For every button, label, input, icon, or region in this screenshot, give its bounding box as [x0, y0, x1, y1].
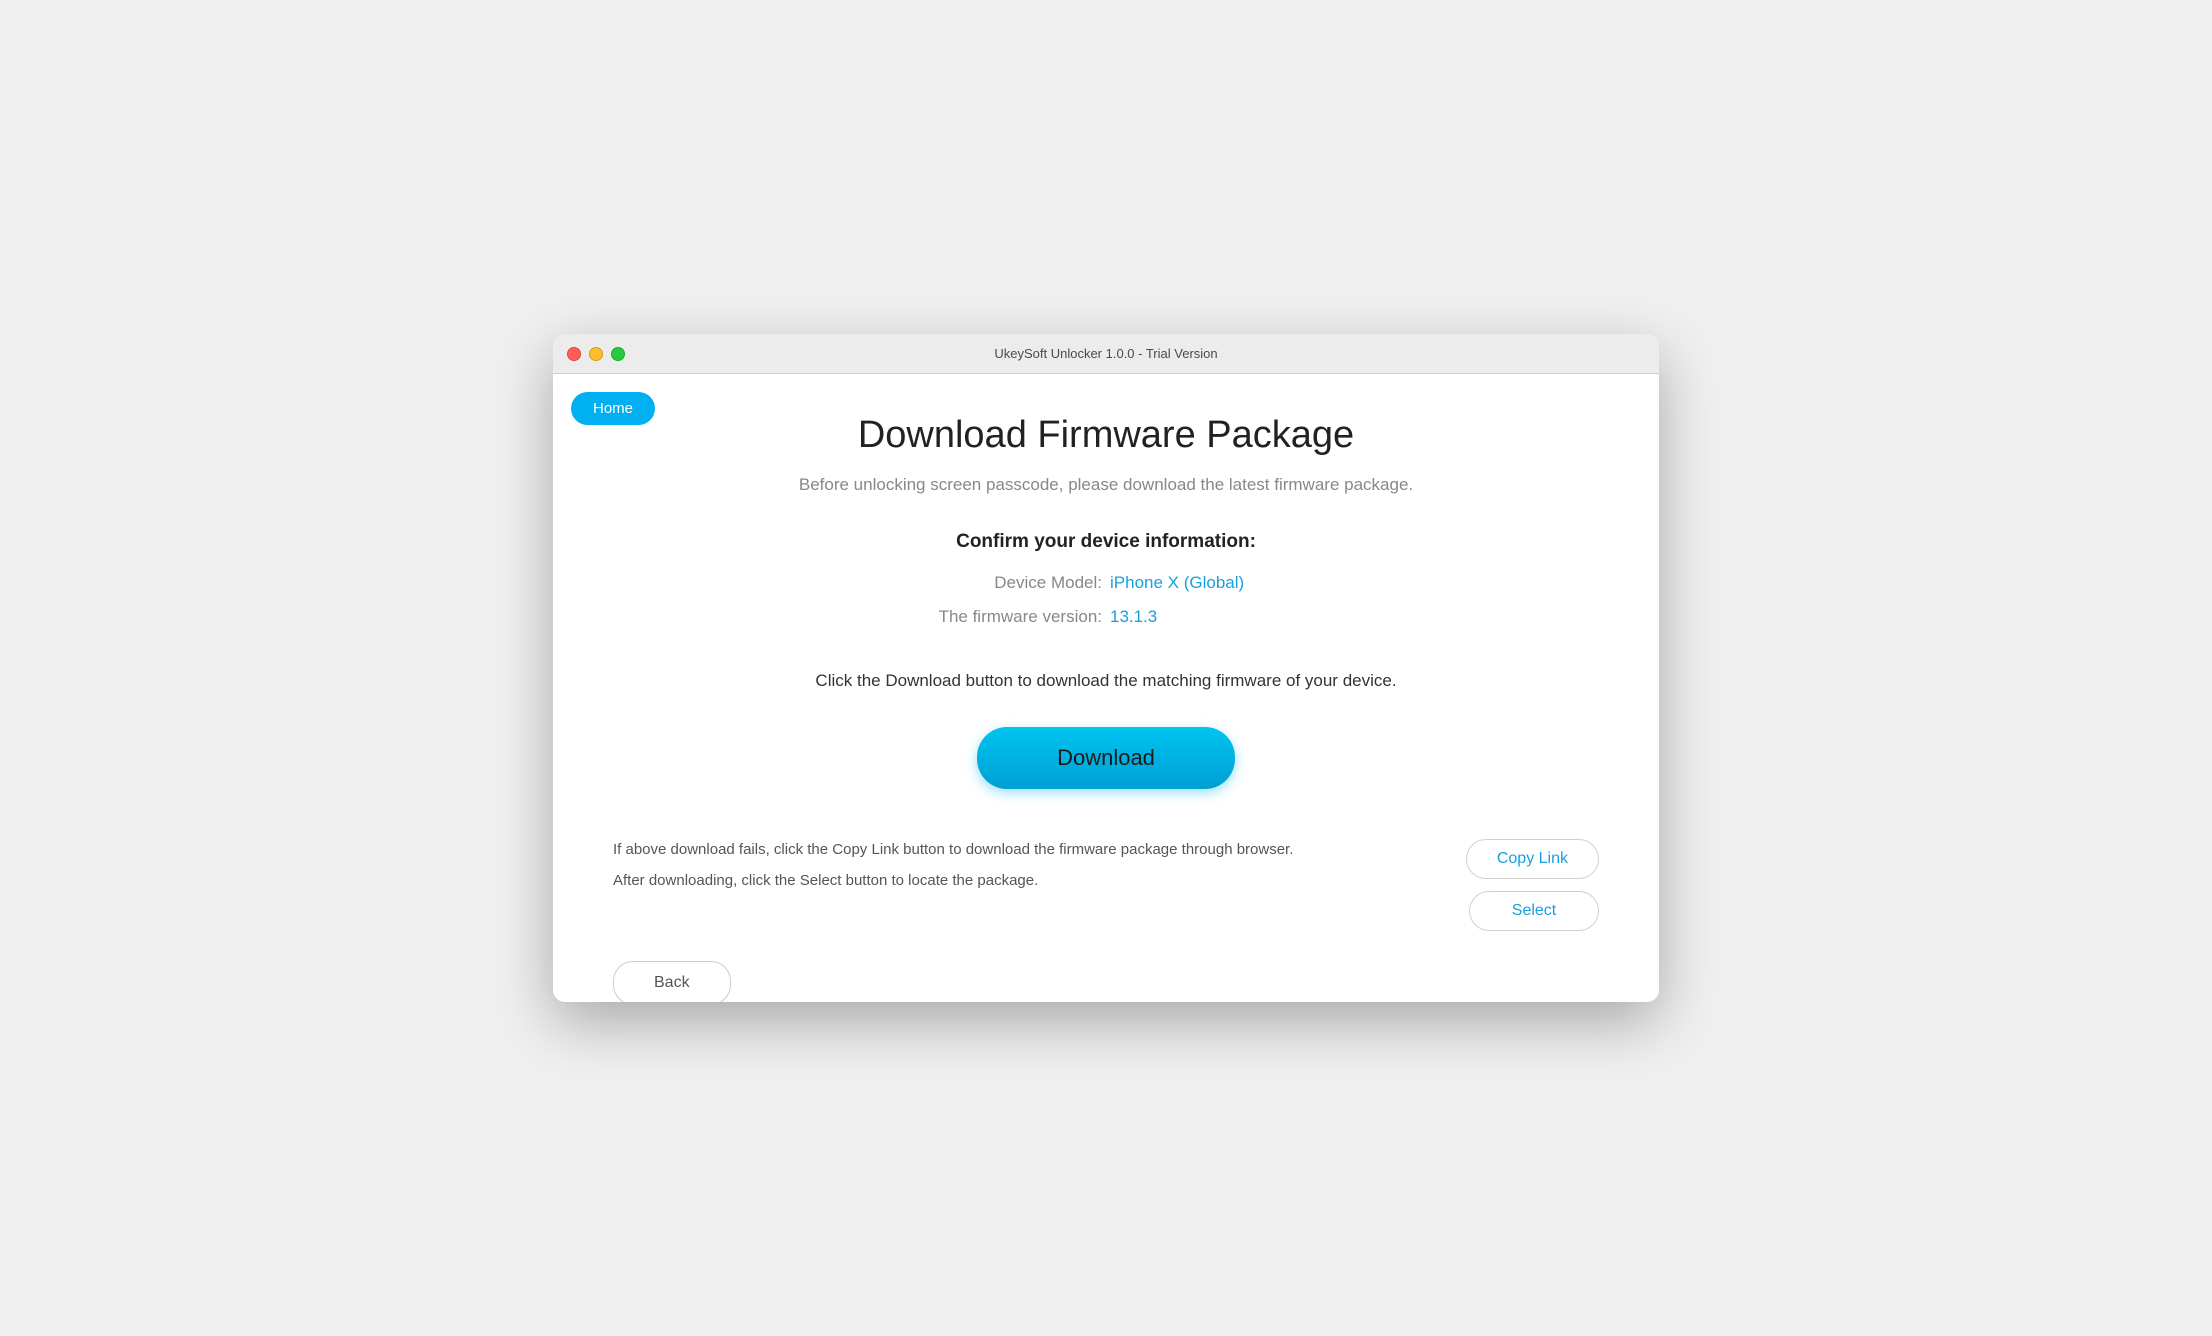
- main-content: Download Firmware Package Before unlocki…: [553, 374, 1659, 839]
- back-button[interactable]: Back: [613, 961, 731, 1002]
- bottom-line2: After downloading, click the Select butt…: [613, 870, 1466, 893]
- home-button[interactable]: Home: [571, 392, 655, 425]
- device-model-row: Device Model: iPhone X (Global): [902, 573, 1310, 593]
- close-button[interactable]: [567, 347, 581, 361]
- firmware-version-label: The firmware version:: [902, 607, 1102, 627]
- subtitle-text: Before unlocking screen passcode, please…: [799, 475, 1413, 495]
- bottom-line1: If above download fails, click the Copy …: [613, 839, 1466, 862]
- firmware-version-row: The firmware version: 13.1.3: [902, 607, 1310, 627]
- instruction-text: Click the Download button to download th…: [815, 671, 1396, 691]
- device-info-section: Confirm your device information: Device …: [902, 531, 1310, 641]
- bottom-buttons: Copy Link Select: [1466, 839, 1599, 931]
- device-model-value: iPhone X (Global): [1110, 573, 1310, 593]
- app-window: UkeySoft Unlocker 1.0.0 - Trial Version …: [553, 334, 1659, 1002]
- content-area: Home Download Firmware Package Before un…: [553, 374, 1659, 1002]
- bottom-section: If above download fails, click the Copy …: [553, 839, 1659, 961]
- minimize-button[interactable]: [589, 347, 603, 361]
- device-info-title: Confirm your device information:: [902, 531, 1310, 553]
- window-title: UkeySoft Unlocker 1.0.0 - Trial Version: [994, 346, 1217, 361]
- device-model-label: Device Model:: [902, 573, 1102, 593]
- title-bar: UkeySoft Unlocker 1.0.0 - Trial Version: [553, 334, 1659, 374]
- bottom-text: If above download fails, click the Copy …: [613, 839, 1466, 900]
- back-section: Back: [553, 961, 1659, 1002]
- download-button[interactable]: Download: [977, 727, 1235, 789]
- traffic-lights: [567, 347, 625, 361]
- firmware-version-value: 13.1.3: [1110, 607, 1310, 627]
- copy-link-button[interactable]: Copy Link: [1466, 839, 1599, 879]
- maximize-button[interactable]: [611, 347, 625, 361]
- select-button[interactable]: Select: [1469, 891, 1599, 931]
- page-title: Download Firmware Package: [858, 414, 1354, 457]
